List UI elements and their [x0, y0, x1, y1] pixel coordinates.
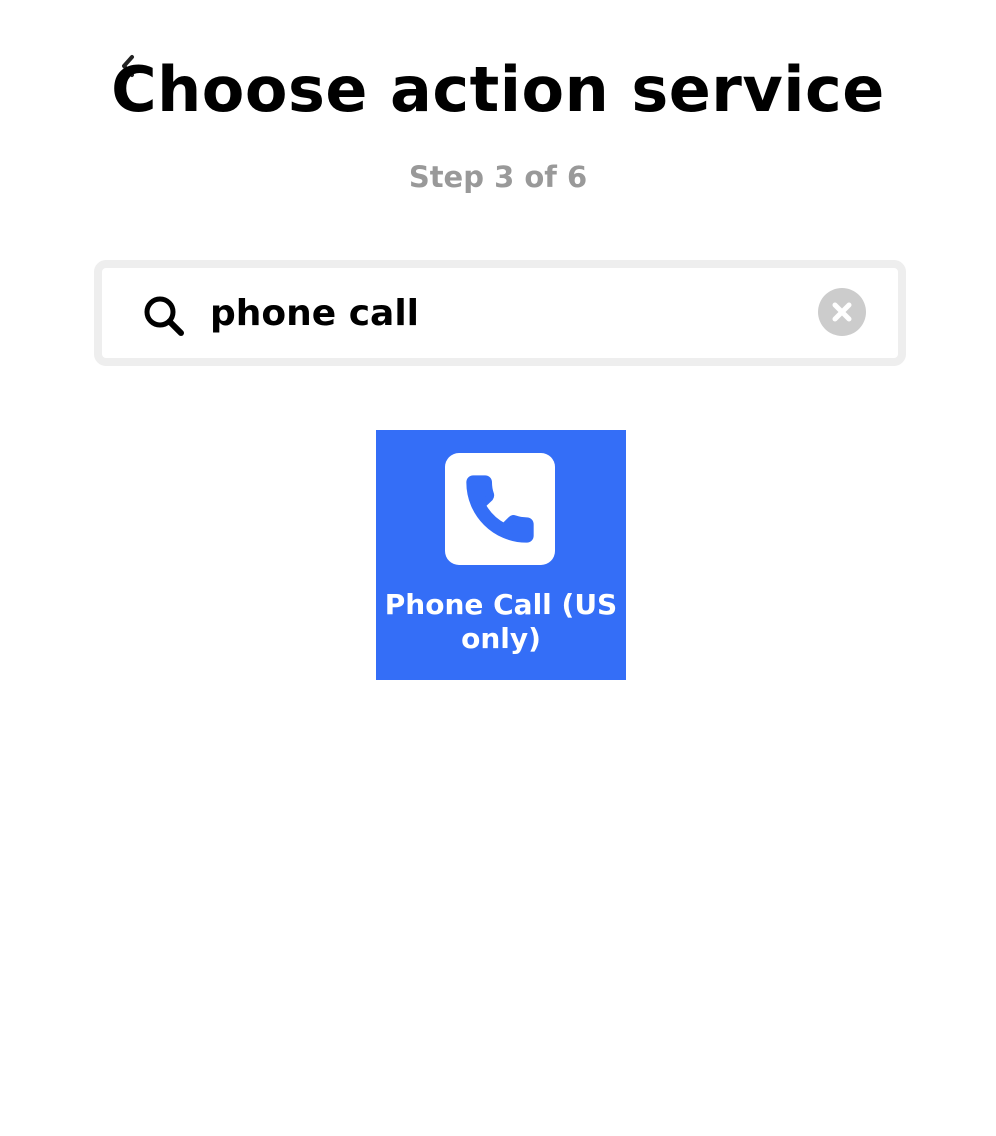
clear-search-button[interactable] [818, 288, 866, 336]
search-box [94, 260, 906, 366]
page-title: Choose action service [111, 53, 885, 126]
phone-icon [466, 475, 534, 543]
service-tile-phone-call[interactable]: Phone Call (US only) [376, 430, 626, 680]
search-input[interactable] [210, 284, 800, 342]
close-icon [832, 302, 852, 322]
service-name: Phone Call (US only) [384, 588, 618, 655]
service-icon-box [445, 453, 555, 565]
app-screen: { "header": { "back_icon": "chevron-left… [0, 0, 996, 1136]
search-icon [144, 296, 184, 336]
step-indicator: Step 3 of 6 [408, 160, 588, 194]
